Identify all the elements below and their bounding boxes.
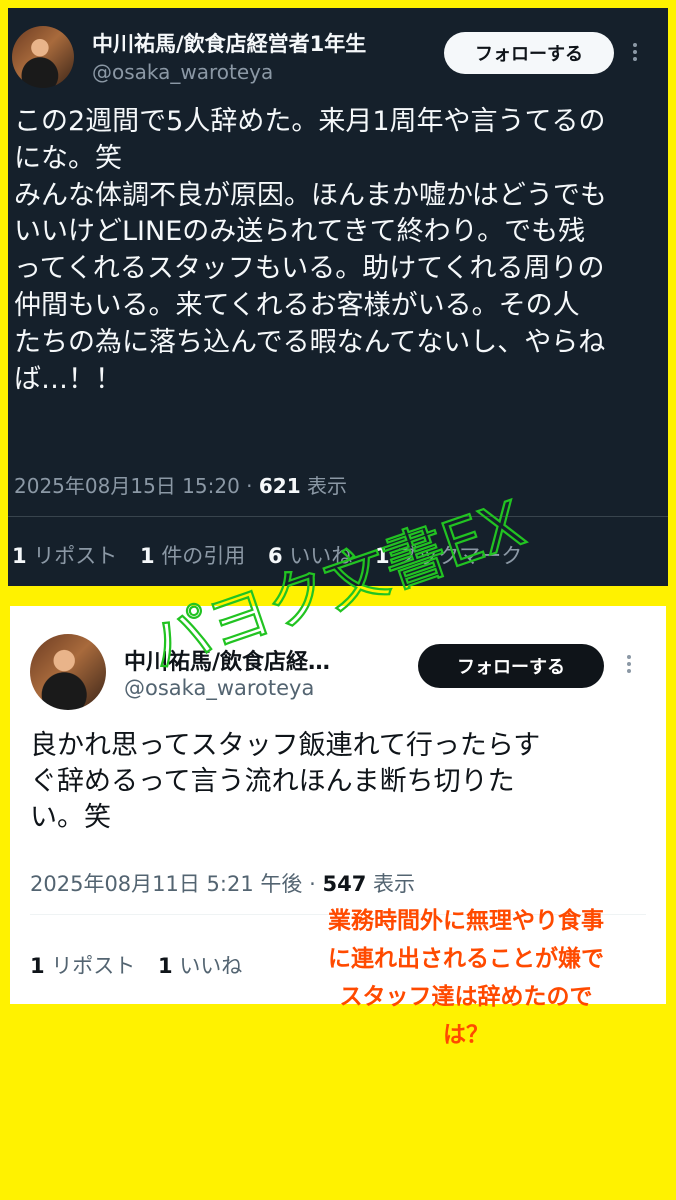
tweet-line: ぐ辞めるって言う流れほんま断ち切りた: [30, 766, 515, 797]
timestamp[interactable]: 2025年08月11日 5:21 午後: [30, 872, 302, 896]
tweet-line: ば…！！: [14, 363, 122, 395]
tweet-line: 良かれ思ってスタッフ飯連れて行ったらす: [30, 730, 541, 761]
stat-likes[interactable]: 1 いいね: [158, 954, 242, 978]
follow-button[interactable]: フォローする: [418, 644, 604, 688]
author-name[interactable]: 中川祐馬/飲食店経…: [124, 644, 330, 676]
tweet-line: ってくれるスタッフもいる。助けてくれる周りの: [14, 253, 605, 285]
views-label: 表示: [306, 474, 347, 498]
views-count: 547: [322, 872, 367, 896]
meta-separator: ·: [309, 872, 316, 896]
author-handle[interactable]: @osaka_waroteya: [124, 676, 314, 700]
timestamp[interactable]: 2025年08月15日 15:20: [14, 474, 240, 498]
tweet-meta: 2025年08月11日 5:21 午後 · 547 表示: [30, 868, 415, 898]
author-handle[interactable]: @osaka_waroteya: [92, 60, 273, 84]
tweet-line: 仲間もいる。来てくれるお客様がいる。その人: [14, 289, 580, 321]
tweet-line: にな。笑: [14, 142, 122, 174]
engagement-stats: 1 リポスト 1 いいね: [30, 950, 258, 980]
annotation-line: に連れ出されることが嫌で: [328, 946, 604, 972]
tweet-body: この2週間で5人辞めた。来月1周年や言うてるの にな。笑 みんな体調不良が原因。…: [14, 104, 654, 398]
annotation-line: スタッフ達は辞めたので: [339, 984, 593, 1010]
views-label: 表示: [373, 872, 415, 896]
tweet-line: みんな体調不良が原因。ほんまか嘘かはどうでも: [14, 179, 607, 211]
avatar[interactable]: [12, 26, 74, 88]
tweet-line: い。笑: [30, 802, 111, 833]
more-icon[interactable]: [626, 652, 632, 676]
avatar[interactable]: [30, 634, 106, 710]
tweet-line: たちの為に落ち込んでる暇なんてないし、やらね: [14, 326, 606, 358]
views-count: 621: [258, 474, 301, 498]
divider: [8, 516, 668, 517]
more-icon[interactable]: [632, 40, 638, 64]
stat-reposts[interactable]: 1 リポスト: [30, 954, 135, 978]
meta-separator: ·: [246, 474, 253, 498]
annotation-line: は？: [443, 1022, 489, 1048]
stat-reposts[interactable]: 1 リポスト: [12, 544, 117, 568]
tweet-card-1: 中川祐馬/飲食店経営者1年生 @osaka_waroteya フォローする この…: [8, 8, 668, 586]
engagement-stats: 1 リポスト 1 件の引用 6 いいね 1 ブックマーク: [12, 540, 538, 570]
annotation-line: 業務時間外に無理やり食事: [328, 908, 604, 934]
stat-quotes[interactable]: 1 件の引用: [140, 544, 245, 568]
tweet-body: 良かれ思ってスタッフ飯連れて行ったらす ぐ辞めるって言う流れほんま断ち切りた い…: [30, 728, 630, 836]
stat-likes[interactable]: 6 いいね: [268, 544, 352, 568]
tweet-meta: 2025年08月15日 15:20 · 621 表示: [14, 470, 347, 499]
tweet-line: この2週間で5人辞めた。来月1周年や言うてるの: [14, 106, 606, 137]
author-name[interactable]: 中川祐馬/飲食店経営者1年生: [92, 28, 366, 58]
annotation: 業務時間外に無理やり食事 に連れ出されることが嫌で スタッフ達は辞めたので は？: [270, 902, 662, 1054]
follow-button[interactable]: フォローする: [444, 32, 614, 74]
tweet-line: いいけどLINEのみ送られてきて終わり。でも残: [14, 216, 586, 248]
stat-bookmarks[interactable]: 1 ブックマーク: [375, 544, 522, 568]
